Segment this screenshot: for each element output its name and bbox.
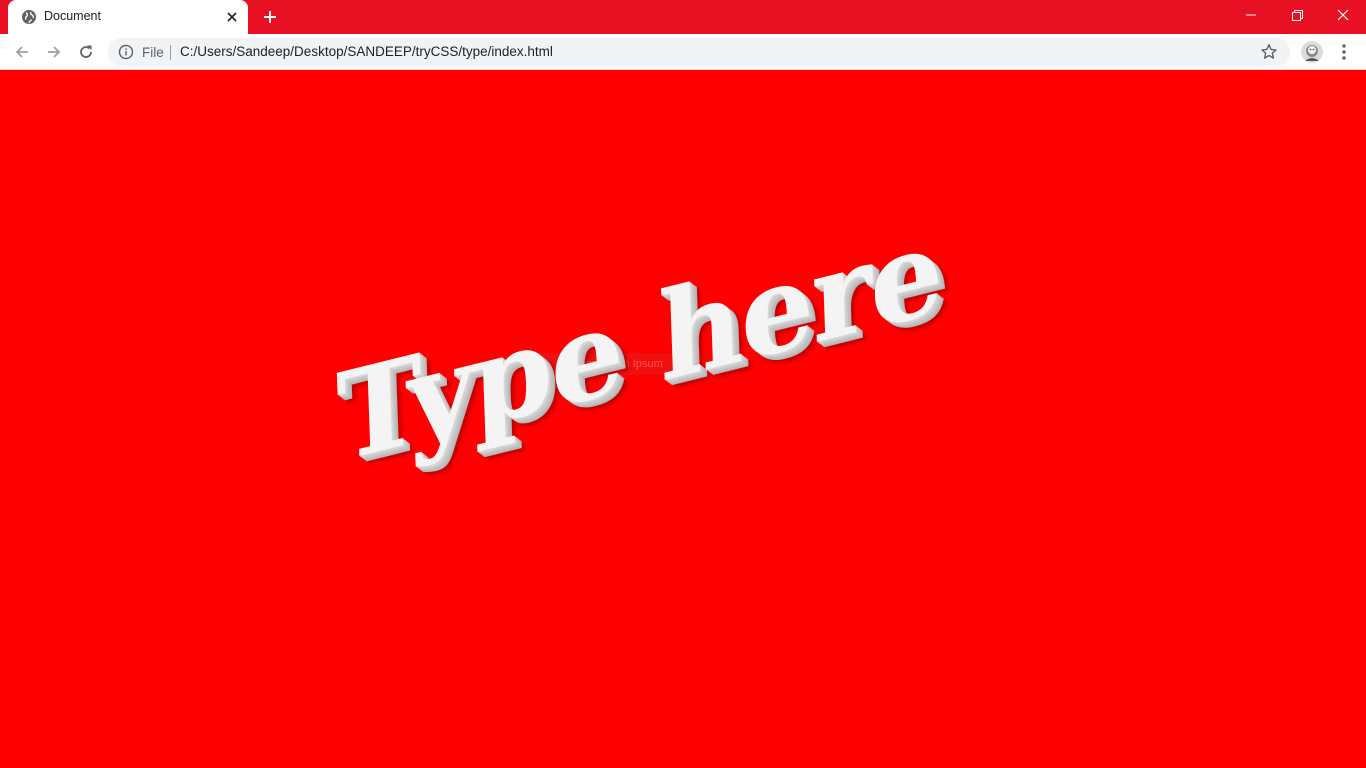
more-vert-icon [1342, 44, 1346, 60]
tab-title: Document [44, 9, 101, 23]
browser-toolbar: File C:/Users/Sandeep/Desktop/SANDEEP/tr… [0, 34, 1366, 70]
omnibox-divider [170, 45, 171, 60]
title-bar: Document [0, 0, 1366, 34]
reload-button[interactable] [72, 38, 100, 66]
reload-icon [80, 45, 92, 58]
profile-avatar[interactable] [1301, 41, 1323, 63]
close-icon [1337, 9, 1349, 21]
restore-button[interactable] [1274, 0, 1320, 30]
browser-menu-button[interactable] [1332, 40, 1356, 64]
page-content: Type here [0, 71, 1366, 768]
plus-icon [264, 11, 276, 23]
arrow-left-icon [15, 46, 28, 58]
tab-document[interactable]: Document [8, 0, 248, 34]
url-text[interactable]: C:/Users/Sandeep/Desktop/SANDEEP/tryCSS/… [180, 44, 553, 59]
arrow-right-icon [48, 46, 61, 58]
avatar-icon [1301, 41, 1323, 63]
info-icon[interactable] [118, 44, 134, 60]
new-tab-button[interactable] [258, 5, 282, 29]
back-button[interactable] [8, 38, 36, 66]
globe-icon [22, 10, 36, 24]
star-icon[interactable] [1260, 43, 1278, 61]
display-text: Type here [334, 197, 944, 490]
minimize-icon [1246, 14, 1256, 16]
minimize-button[interactable] [1228, 0, 1274, 30]
address-bar[interactable]: File C:/Users/Sandeep/Desktop/SANDEEP/tr… [108, 38, 1290, 66]
restore-icon [1291, 9, 1303, 21]
close-icon [227, 12, 237, 22]
window-close-button[interactable] [1320, 0, 1366, 30]
tab-close-button[interactable] [222, 7, 242, 27]
forward-button[interactable] [40, 38, 68, 66]
security-label: File [142, 45, 164, 60]
